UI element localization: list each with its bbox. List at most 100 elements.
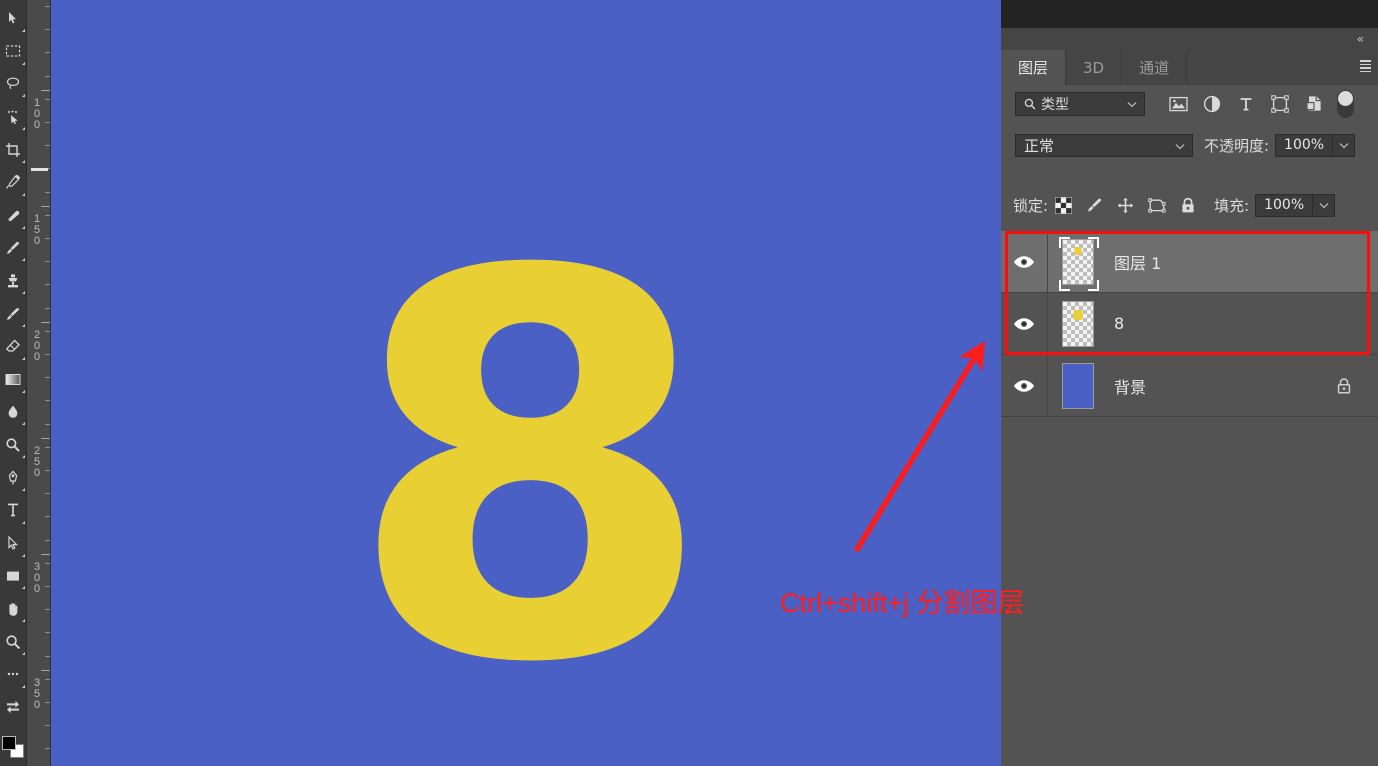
ruler-tick [45, 331, 50, 332]
fill-stepper-chevron-icon[interactable] [1313, 194, 1335, 217]
layer-visibility-toggle[interactable] [1001, 293, 1048, 354]
tool-corner-marker [22, 619, 25, 622]
tools-panel [0, 0, 27, 766]
layer-visibility-toggle[interactable] [1001, 231, 1048, 292]
gradient-tool[interactable] [0, 363, 27, 396]
table-row[interactable]: 背景 [1001, 355, 1378, 417]
layer-name: 背景 [1114, 374, 1146, 398]
tab-layers[interactable]: 图层 [1001, 50, 1066, 85]
eyedropper-tool[interactable] [0, 166, 27, 199]
lock-transparent-pixels-icon[interactable] [1048, 192, 1079, 218]
opacity-input[interactable]: 100% [1275, 134, 1333, 157]
layer-name: 图层 1 [1114, 250, 1161, 274]
quick-selection-tool[interactable] [0, 100, 27, 133]
filter-pixel-layers-icon[interactable] [1161, 90, 1195, 118]
tool-corner-marker [22, 324, 25, 327]
ruler-guide-marker [31, 168, 48, 171]
ruler-label: 300 [31, 562, 43, 595]
opacity-label: 不透明度: [1204, 135, 1269, 156]
ruler-tick [45, 679, 50, 680]
move-tool[interactable] [0, 2, 27, 35]
hand-tool[interactable] [0, 592, 27, 625]
blur-tool[interactable] [0, 396, 27, 429]
filter-smart-object-layers-icon[interactable] [1297, 90, 1331, 118]
ruler-tick [45, 516, 50, 517]
blend-mode-row: 正常 不透明度: 100% [1001, 128, 1378, 162]
lock-label: 锁定: [1013, 195, 1048, 216]
ruler-tick [45, 725, 50, 726]
toggle-knob [1338, 91, 1353, 106]
crop-tool[interactable] [0, 133, 27, 166]
spot-healing-brush-tool[interactable] [0, 199, 27, 232]
zoom-tool[interactable] [0, 625, 27, 658]
dodge-tool[interactable] [0, 428, 27, 461]
tool-corner-marker [22, 652, 25, 655]
lock-image-pixels-icon[interactable] [1079, 192, 1110, 218]
panel-collapse-bar: « [1001, 28, 1378, 50]
ruler-tick [45, 52, 50, 53]
pen-tool[interactable] [0, 461, 27, 494]
path-selection-tool[interactable] [0, 527, 27, 560]
ruler-tick [45, 563, 50, 564]
layer-visibility-toggle[interactable] [1001, 355, 1048, 416]
ruler-tick [45, 261, 50, 262]
tool-corner-marker [22, 226, 25, 229]
collapse-panels-icon[interactable]: « [1357, 33, 1363, 45]
filter-type-dropdown[interactable]: 类型 [1015, 92, 1145, 116]
layer-thumbnail-wrap [1055, 361, 1101, 411]
document-canvas[interactable]: 8 [51, 0, 1001, 766]
ruler-tick [45, 284, 50, 285]
filter-enable-toggle[interactable] [1337, 90, 1354, 118]
lock-all-icon[interactable] [1172, 192, 1203, 218]
ruler-tick [45, 215, 50, 216]
ruler-tick [45, 400, 50, 401]
filter-shape-layers-icon[interactable] [1263, 90, 1297, 118]
eraser-tool[interactable] [0, 330, 27, 363]
lasso-tool[interactable] [0, 68, 27, 101]
layer-thumbnail-wrap [1055, 299, 1101, 349]
blend-mode-value: 正常 [1024, 135, 1054, 156]
more-tools-icon[interactable] [0, 658, 27, 691]
opacity-stepper-chevron-icon[interactable] [1333, 134, 1355, 157]
layer-thumbnail [1062, 239, 1094, 285]
history-brush-tool[interactable] [0, 297, 27, 330]
layer-thumbnail [1062, 301, 1094, 347]
ruler-tick [45, 308, 50, 309]
table-row[interactable]: 8 [1001, 293, 1378, 355]
tool-corner-marker [22, 685, 25, 688]
chevron-down-icon [1127, 96, 1137, 112]
ruler-tick [45, 424, 50, 425]
panel-tab-bar: 图层 3D 通道 [1001, 50, 1378, 85]
tool-corner-marker [22, 62, 25, 65]
lock-artboard-nesting-icon[interactable] [1141, 192, 1172, 218]
tab-3d[interactable]: 3D [1066, 50, 1122, 85]
horizontal-type-tool[interactable] [0, 494, 27, 527]
table-row[interactable]: 图层 1 [1001, 231, 1378, 293]
tool-corner-marker [22, 554, 25, 557]
ruler-tick [45, 493, 50, 494]
brush-tool[interactable] [0, 232, 27, 265]
fill-input[interactable]: 100% [1255, 194, 1313, 217]
filter-type-layers-icon[interactable] [1229, 90, 1263, 118]
tab-channels[interactable]: 通道 [1122, 50, 1187, 85]
foreground-background-color-swatch[interactable] [0, 728, 27, 766]
layer-list: 图层 1 8 [1001, 231, 1378, 766]
panel-menu-icon[interactable] [1360, 57, 1376, 75]
filter-adjustment-layers-icon[interactable] [1195, 90, 1229, 118]
tool-corner-marker [22, 29, 25, 32]
ruler-tick [41, 554, 50, 555]
ruler-tick [45, 702, 50, 703]
ruler-label: 150 [31, 214, 43, 247]
blend-mode-dropdown[interactable]: 正常 [1015, 134, 1193, 157]
ruler-tick [45, 377, 50, 378]
ruler-tick [41, 670, 50, 671]
foreground-color-swatch[interactable] [2, 736, 16, 750]
rectangular-marquee-tool[interactable] [0, 35, 27, 68]
layer-filter-row: 类型 [1001, 85, 1378, 122]
lock-position-icon[interactable] [1110, 192, 1141, 218]
rectangle-tool[interactable] [0, 560, 27, 593]
clone-stamp-tool[interactable] [0, 264, 27, 297]
edit-toolbar-icon[interactable] [0, 691, 27, 724]
ruler-tick [45, 748, 50, 749]
eye-icon [1013, 317, 1035, 331]
